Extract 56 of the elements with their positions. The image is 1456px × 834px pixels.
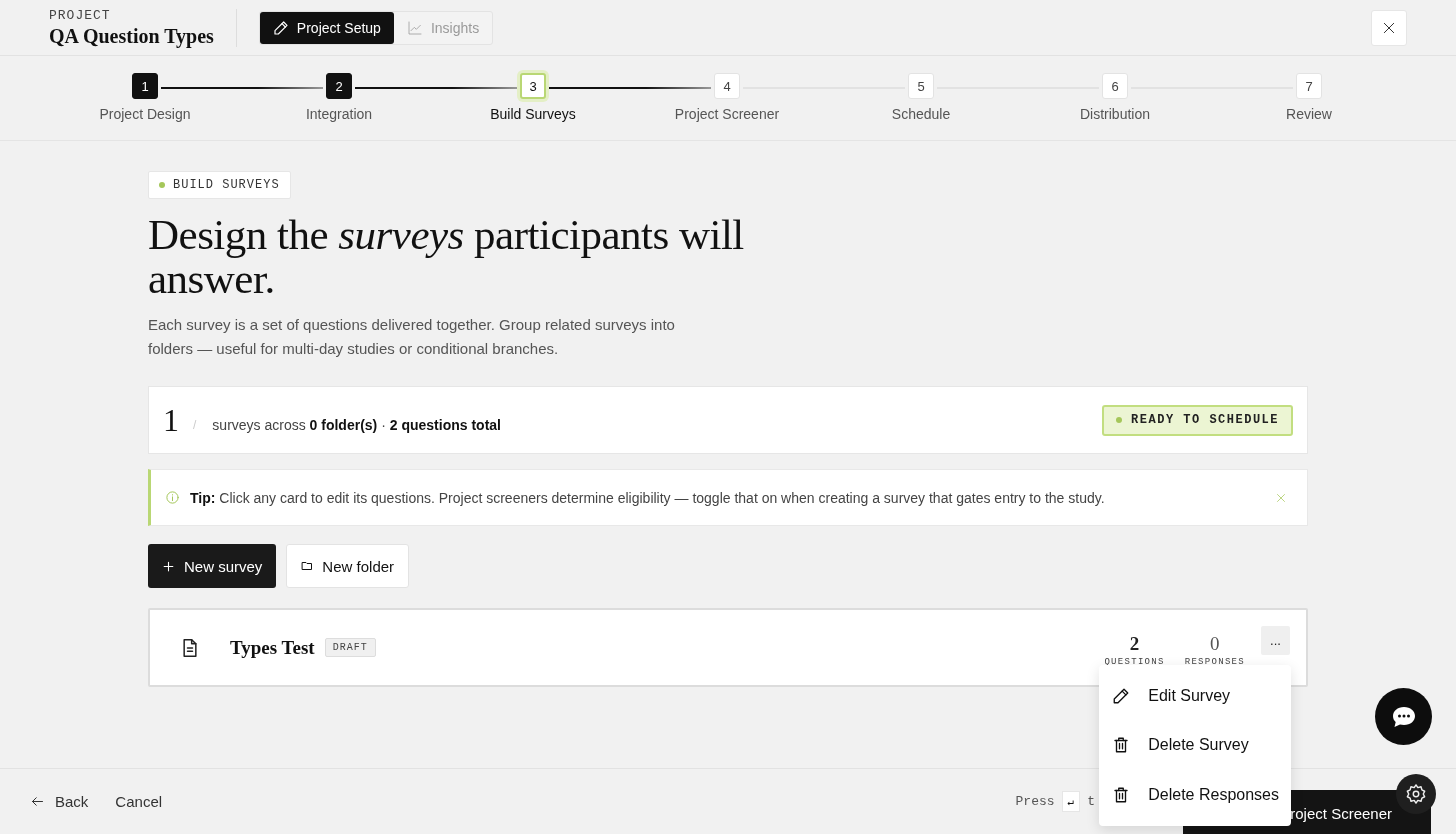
step-label[interactable]: Project Screener (674, 106, 780, 122)
count-separator: / (193, 418, 197, 432)
folder-icon (301, 560, 314, 572)
stat-value: 0 (1210, 634, 1220, 654)
pencil-icon (272, 19, 289, 36)
hint-text: Press (1015, 794, 1055, 809)
more-button[interactable]: ... (1261, 626, 1290, 655)
info-icon (165, 490, 180, 505)
summary-text: surveys across 0 folder(s) · 2 questions total (212, 417, 501, 433)
step-number[interactable]: 1 (132, 73, 158, 99)
status-tag: DRAFT (324, 638, 376, 657)
step-label[interactable]: Build Surveys (490, 106, 576, 122)
trash-icon (1112, 785, 1131, 804)
step-number[interactable]: 3 (520, 73, 546, 99)
step-label[interactable]: Review (1286, 106, 1332, 122)
new-folder-button[interactable]: New folder (286, 544, 410, 588)
page-description: Each survey is a set of questions delivered together. Group related surveys into folders — useful for multi-day studies or conditional branches. (148, 315, 676, 359)
step-number[interactable]: 7 (1296, 73, 1322, 99)
stat-label: QUESTIONS (1104, 657, 1165, 667)
chat-button[interactable] (1375, 688, 1432, 745)
key-hint: ↵ (1061, 791, 1081, 812)
step-number[interactable]: 2 (326, 73, 352, 99)
menu-item[interactable]: Delete Survey (1099, 720, 1291, 770)
cancel-button[interactable]: Cancel (115, 793, 163, 810)
step-label[interactable]: Schedule (891, 106, 951, 122)
project-title: QA Question Types (49, 24, 214, 48)
tip-text: Tip: Click any card to edit its questions. Project screeners determine eligibility — toggle that on when creating a survey that gates entry to the study. (190, 489, 1106, 506)
view-tab[interactable]: Project Setup (259, 11, 394, 44)
survey-count: 1 (163, 401, 179, 439)
step-number[interactable]: 5 (908, 73, 934, 99)
step-number[interactable]: 6 (1102, 73, 1128, 99)
stat-label: RESPONSES (1184, 657, 1245, 667)
survey-title: Types Test (230, 636, 315, 659)
section-badge: BUILD SURVEYS (148, 171, 291, 199)
project-eyebrow: PROJECT (49, 7, 112, 23)
hint-text: t (1087, 794, 1095, 809)
trash-icon (1112, 736, 1131, 755)
arrow-left-icon (30, 794, 45, 809)
page-heading: Design the surveys participants will answer. (148, 213, 745, 301)
new-survey-button[interactable]: New survey (148, 544, 277, 588)
survey-card[interactable]: Types Test DRAFT 2 QUESTIONS 0 RESPONSES ... (148, 608, 1308, 687)
step-label[interactable]: Distribution (1080, 106, 1150, 122)
document-icon (180, 637, 200, 658)
step-label[interactable]: Integration (305, 106, 373, 122)
gear-icon (1406, 784, 1426, 804)
stat-value: 2 (1129, 634, 1140, 654)
status-badge: READY TO SCHEDULE (1102, 404, 1293, 436)
back-button[interactable]: Back (30, 793, 89, 810)
close-icon (1275, 491, 1287, 504)
plus-icon (162, 559, 175, 573)
settings-button[interactable] (1396, 774, 1436, 814)
pencil-icon (1112, 686, 1131, 705)
step-number[interactable]: 4 (714, 73, 740, 99)
chat-bubble-icon (1390, 704, 1417, 729)
line-chart-icon (406, 19, 423, 36)
step-label[interactable]: Project Design (99, 106, 191, 122)
